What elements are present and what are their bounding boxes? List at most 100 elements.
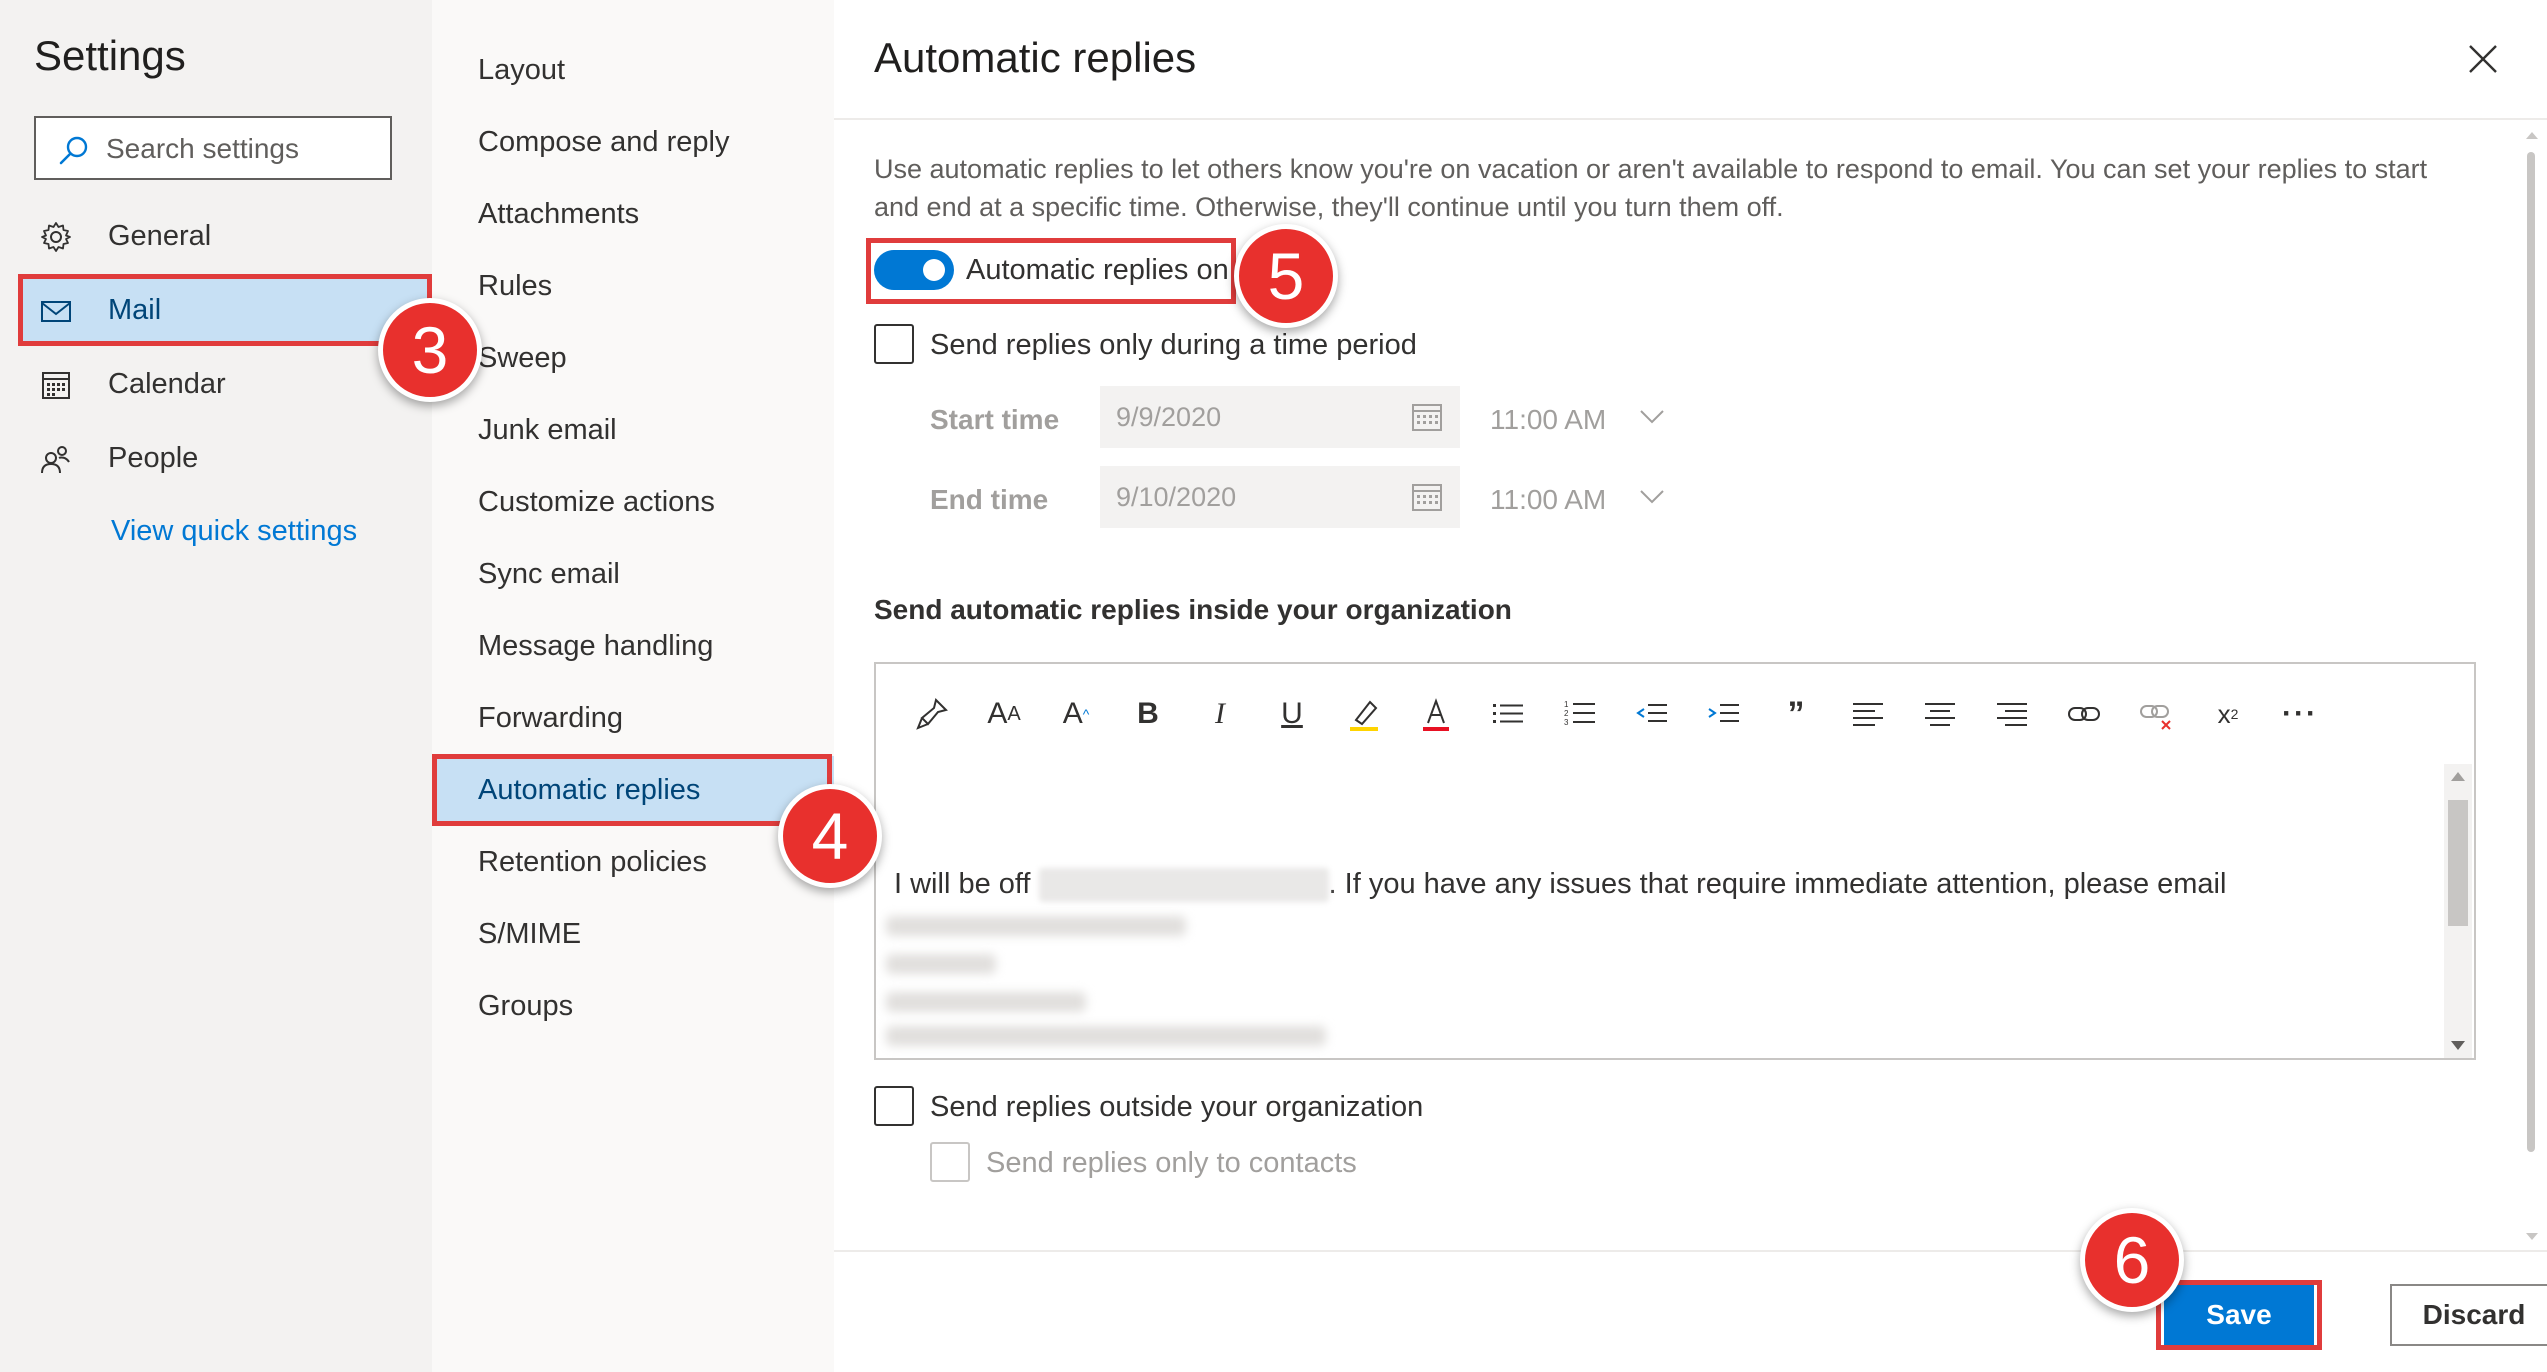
annotation-callout-6: 6 bbox=[2080, 1208, 2184, 1312]
scroll-up-icon[interactable] bbox=[2451, 772, 2465, 781]
save-button[interactable]: Save bbox=[2164, 1284, 2314, 1346]
mail-nav-label: Compose and reply bbox=[478, 126, 730, 158]
mail-nav-item-automatic-replies[interactable]: Automatic replies bbox=[436, 756, 834, 824]
outside-org-checkbox[interactable] bbox=[874, 1086, 914, 1126]
mail-nav-item-compose-and-reply[interactable]: Compose and reply bbox=[436, 108, 834, 176]
settings-nav: Settings General Mail bbox=[0, 0, 432, 1372]
mail-settings-nav: Layout Compose and reply Attachments Rul… bbox=[432, 0, 834, 1372]
svg-text:1: 1 bbox=[1564, 700, 1569, 709]
quote-icon[interactable]: ” bbox=[1776, 694, 1816, 734]
align-center-icon[interactable] bbox=[1920, 694, 1960, 734]
mail-nav-item-groups[interactable]: Groups bbox=[436, 972, 834, 1040]
scroll-down-icon[interactable] bbox=[2451, 1041, 2465, 1050]
mail-nav-label: Sweep bbox=[478, 342, 567, 374]
highlight-icon[interactable] bbox=[1344, 694, 1384, 734]
font-color-icon[interactable] bbox=[1416, 694, 1456, 734]
mail-nav-item-sweep[interactable]: Sweep bbox=[436, 324, 834, 392]
toggle-label: Automatic replies on bbox=[966, 254, 1229, 286]
nav-item-label: Calendar bbox=[108, 368, 226, 400]
link-icon[interactable] bbox=[2064, 694, 2104, 734]
mail-nav-item-junk-email[interactable]: Junk email bbox=[436, 396, 834, 464]
contacts-only-checkbox[interactable] bbox=[930, 1142, 970, 1182]
redacted-line bbox=[886, 1026, 1326, 1046]
people-icon bbox=[41, 446, 70, 474]
editor-text-before: I will be off bbox=[894, 868, 1031, 900]
mail-nav-item-retention-policies[interactable]: Retention policies bbox=[436, 828, 834, 896]
mail-nav-item-customize-actions[interactable]: Customize actions bbox=[436, 468, 834, 536]
settings-title: Settings bbox=[34, 32, 186, 79]
align-right-icon[interactable] bbox=[1992, 694, 2032, 734]
decrease-indent-icon[interactable] bbox=[1632, 694, 1672, 734]
mail-nav-item-sync-email[interactable]: Sync email bbox=[436, 540, 834, 608]
nav-item-general[interactable]: General bbox=[20, 202, 428, 272]
search-box[interactable] bbox=[34, 116, 392, 180]
scroll-down-icon[interactable] bbox=[2526, 1233, 2538, 1240]
mail-icon bbox=[41, 301, 71, 322]
mail-nav-label: Groups bbox=[478, 990, 574, 1022]
end-time-label: End time bbox=[930, 484, 1049, 515]
svg-text:3: 3 bbox=[1564, 718, 1569, 727]
mail-nav-item-layout[interactable]: Layout bbox=[436, 36, 834, 104]
mail-nav-item-forwarding[interactable]: Forwarding bbox=[436, 684, 834, 752]
end-time-value[interactable]: 11:00 AM bbox=[1490, 484, 1606, 516]
editor-text-after: . If you have any issues that require im… bbox=[1328, 868, 2227, 900]
chevron-down-icon[interactable] bbox=[1638, 402, 1666, 430]
gear-icon bbox=[41, 222, 71, 252]
discard-button[interactable]: Discard bbox=[2390, 1284, 2547, 1346]
editor-scrollbar[interactable] bbox=[2444, 764, 2472, 1058]
view-quick-settings-link[interactable]: View quick settings bbox=[111, 515, 357, 548]
annotation-callout-4: 4 bbox=[778, 784, 882, 888]
font-size-icon[interactable]: AA bbox=[984, 694, 1024, 734]
increase-indent-icon[interactable] bbox=[1704, 694, 1744, 734]
nav-item-people[interactable]: People bbox=[20, 424, 428, 494]
search-icon bbox=[59, 136, 88, 165]
start-date-value: 9/9/2020 bbox=[1116, 402, 1222, 432]
mail-nav-label: Layout bbox=[478, 54, 566, 86]
nav-item-calendar[interactable]: Calendar bbox=[20, 350, 428, 420]
end-date-field[interactable]: 9/10/2020 bbox=[1100, 466, 1460, 528]
annotation-callout-3: 3 bbox=[378, 298, 482, 402]
scroll-thumb[interactable] bbox=[2448, 800, 2468, 926]
close-icon[interactable] bbox=[2464, 40, 2502, 78]
inside-org-heading: Send automatic replies inside your organ… bbox=[874, 594, 1512, 625]
bold-icon[interactable]: B bbox=[1128, 694, 1168, 734]
format-painter-icon[interactable] bbox=[912, 694, 952, 734]
mail-nav-item-message-handling[interactable]: Message handling bbox=[436, 612, 834, 680]
mail-nav-label: S/MIME bbox=[478, 918, 582, 950]
start-date-field[interactable]: 9/9/2020 bbox=[1100, 386, 1460, 448]
nav-item-mail[interactable]: Mail bbox=[20, 276, 428, 346]
mail-nav-label: Retention policies bbox=[478, 846, 707, 878]
automatic-replies-panel: Automatic replies Use automatic replies … bbox=[834, 0, 2547, 1372]
mail-nav-item-smime[interactable]: S/MIME bbox=[436, 900, 834, 968]
start-time-label: Start time bbox=[930, 404, 1060, 435]
scroll-thumb[interactable] bbox=[2527, 152, 2535, 1152]
unlink-icon[interactable] bbox=[2136, 694, 2176, 734]
scroll-up-icon[interactable] bbox=[2526, 132, 2538, 139]
time-period-label: Send replies only during a time period bbox=[930, 329, 1417, 361]
mail-nav-label: Rules bbox=[478, 270, 553, 302]
contacts-only-label: Send replies only to contacts bbox=[986, 1147, 1357, 1179]
panel-scrollbar[interactable] bbox=[2524, 122, 2540, 1244]
mail-nav-item-attachments[interactable]: Attachments bbox=[436, 180, 834, 248]
nav-item-label: People bbox=[108, 442, 199, 474]
align-left-icon[interactable] bbox=[1848, 694, 1888, 734]
editor-body[interactable]: I will be off . If you have any issues t… bbox=[894, 864, 2294, 904]
numbering-icon[interactable]: 123 bbox=[1560, 694, 1600, 734]
mail-nav-item-rules[interactable]: Rules bbox=[436, 252, 834, 320]
bullets-icon[interactable] bbox=[1488, 694, 1528, 734]
more-icon[interactable]: ··· bbox=[2280, 694, 2320, 734]
mail-nav-label: Automatic replies bbox=[478, 774, 701, 806]
time-period-checkbox[interactable] bbox=[874, 324, 914, 364]
underline-icon[interactable]: U bbox=[1272, 694, 1312, 734]
chevron-down-icon[interactable] bbox=[1638, 482, 1666, 510]
calendar-icon bbox=[1412, 484, 1442, 511]
automatic-replies-toggle[interactable] bbox=[874, 250, 954, 290]
start-time-value[interactable]: 11:00 AM bbox=[1490, 404, 1606, 436]
italic-icon[interactable]: I bbox=[1200, 694, 1240, 734]
reply-editor[interactable]: AA A ^ B I U 123 ” x 2 ··· I will be off… bbox=[874, 662, 2476, 1060]
redacted-line bbox=[886, 992, 1086, 1012]
grow-font-icon[interactable]: A ^ bbox=[1056, 694, 1096, 734]
superscript-icon[interactable]: x2 bbox=[2208, 694, 2248, 734]
search-input[interactable] bbox=[106, 128, 376, 170]
end-date-value: 9/10/2020 bbox=[1116, 482, 1237, 512]
